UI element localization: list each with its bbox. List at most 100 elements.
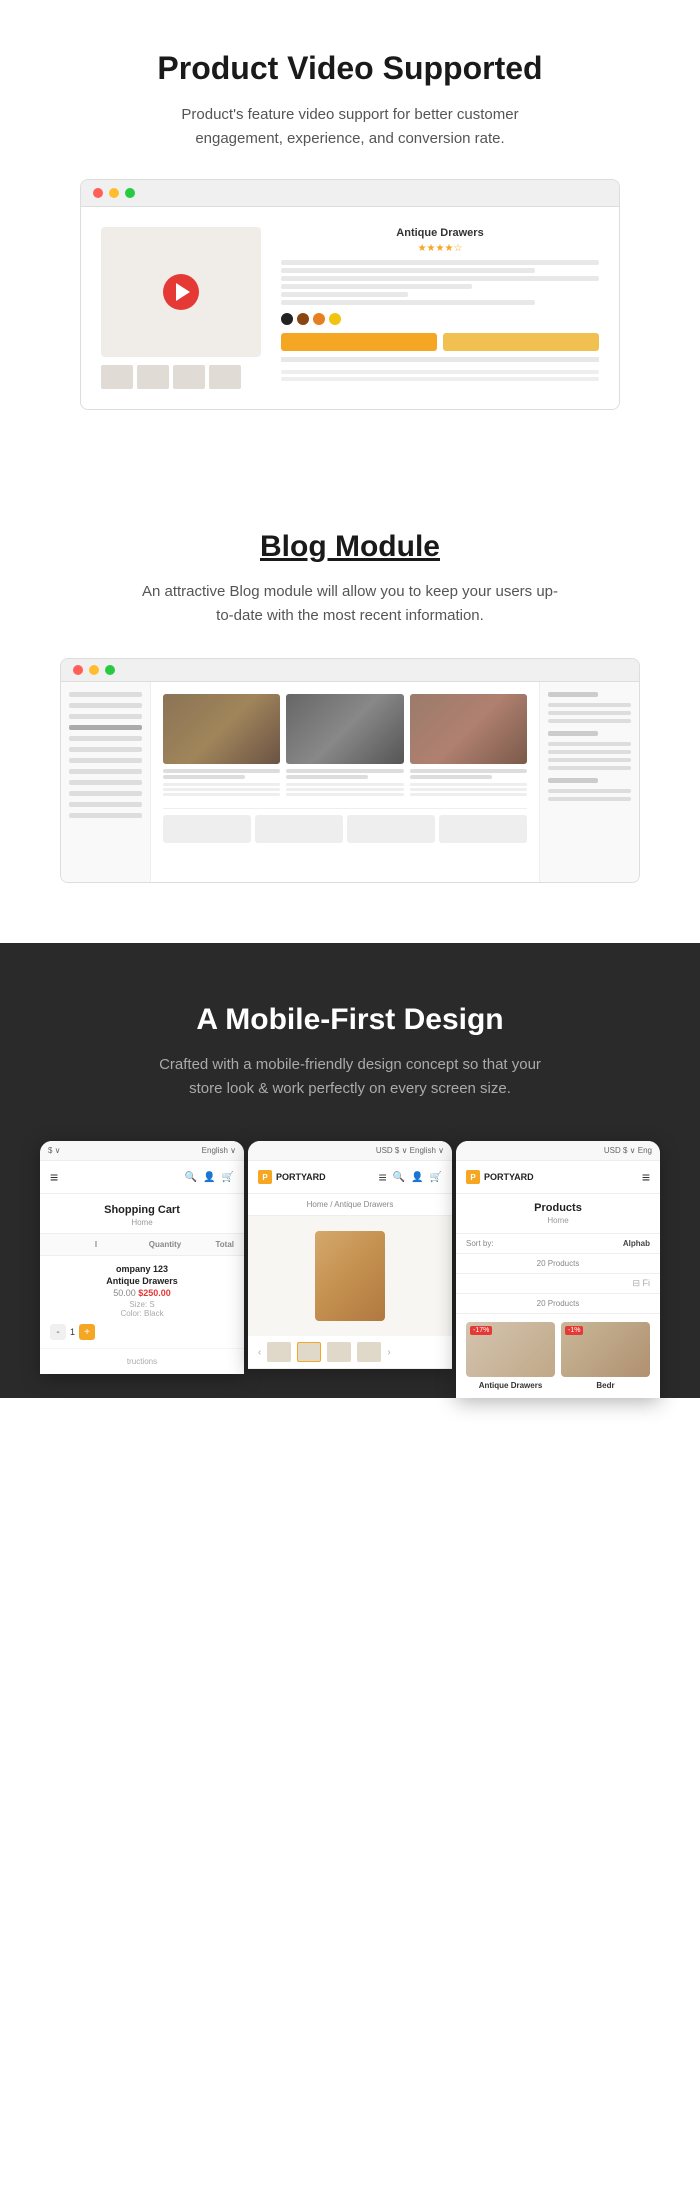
blog-text-line-4 <box>286 783 403 786</box>
blog-caption-1 <box>163 769 280 773</box>
product-topbar: USD $ ∨ English ∨ <box>248 1141 452 1161</box>
panel-line-5 <box>548 750 631 754</box>
portyard-logo: P PORTYARD <box>258 1170 326 1184</box>
blog-post-mini-2 <box>255 815 343 843</box>
product-card-1: -17% Antique Drawers <box>466 1322 555 1390</box>
thumb-small-1[interactable] <box>267 1342 291 1362</box>
qty-minus[interactable]: - <box>50 1324 66 1340</box>
blog-caption-3b <box>410 775 492 779</box>
blog-text-line-5 <box>286 788 403 791</box>
panel-line-9 <box>548 797 631 801</box>
next-thumb-button[interactable]: › <box>387 1347 390 1358</box>
mobile-screens: $ ∨ $ ∨ English ∨ English ∨ ≡ 🔍 👤 🛒 Shop… <box>40 1141 660 1398</box>
sidebar-item-4 <box>69 725 142 730</box>
blog-post-2 <box>286 694 403 798</box>
browser-bar <box>81 180 619 207</box>
dot-green <box>125 188 135 198</box>
product-image-area <box>101 227 261 389</box>
product-breadcrumb: Home / Antique Drawers <box>248 1194 452 1216</box>
sidebar-item-2 <box>69 703 142 708</box>
panel-heading-line <box>548 692 598 697</box>
products-breadcrumb: Home <box>466 1216 650 1225</box>
blog-post-3 <box>410 694 527 798</box>
thumb-small-4[interactable] <box>357 1342 381 1362</box>
product-name-mock: Antique Drawers <box>281 227 599 239</box>
dot-yellow <box>109 188 119 198</box>
badge-1: -17% <box>470 1326 492 1335</box>
logo-icon: P <box>258 1170 272 1184</box>
thumbnail-1[interactable] <box>101 365 133 389</box>
blog-inner <box>61 682 639 882</box>
thumb-small-2[interactable] <box>297 1342 321 1362</box>
blog-post-mini-3 <box>347 815 435 843</box>
thumb-small-3[interactable] <box>327 1342 351 1362</box>
sidebar-item-8 <box>69 769 142 774</box>
section-video-title: Product Video Supported <box>80 50 620 87</box>
play-button[interactable] <box>163 274 199 310</box>
cart-item: ompany 123 Antique Drawers 50.00 $250.00… <box>40 1256 244 1349</box>
cart-icon[interactable]: 🛒 <box>222 1172 234 1183</box>
product-box-img <box>315 1231 385 1321</box>
blog-post-mini-1 <box>163 815 251 843</box>
thumbnail-4[interactable] <box>209 365 241 389</box>
blog-text-line-2 <box>163 788 280 791</box>
cart-item-name: Antique Drawers <box>50 1276 234 1286</box>
blog-browser-bar <box>61 659 639 682</box>
products-count-1: 20 Products <box>456 1254 660 1274</box>
blog-browser-mockup <box>60 658 640 883</box>
cart-item-highlight-price: $250.00 <box>138 1288 171 1298</box>
blog-img-1 <box>163 694 280 764</box>
cart-menu-icon[interactable]: ≡ <box>50 1169 58 1185</box>
filter-icon[interactable]: ⊟ Fi <box>632 1278 650 1289</box>
blog-main <box>151 682 539 882</box>
products-brand-name: PORTYARD <box>484 1172 534 1182</box>
swatch-brown[interactable] <box>297 313 309 325</box>
sort-by-label: Sort by: <box>466 1239 494 1248</box>
product-card-img-1: -17% <box>466 1322 555 1377</box>
small-line-1 <box>281 370 599 374</box>
panel-line-4 <box>548 742 631 746</box>
detail-line-1 <box>281 260 599 265</box>
product-card-img-2: -1% <box>561 1322 650 1377</box>
panel-heading-3 <box>548 778 598 783</box>
thumbnail-3[interactable] <box>173 365 205 389</box>
product-thumbs-bar: ‹ › <box>248 1336 452 1369</box>
blog-panel <box>539 682 639 882</box>
blog-sidebar <box>61 682 151 882</box>
product-cart-icon[interactable]: 🛒 <box>430 1172 442 1183</box>
cart-item-color: Color: Black <box>50 1309 234 1318</box>
blog-post-mini-4 <box>439 815 527 843</box>
swatch-orange[interactable] <box>313 313 325 325</box>
qty-plus[interactable]: + <box>79 1324 95 1340</box>
blog-caption-3 <box>410 769 527 773</box>
product-buttons-row <box>281 333 599 351</box>
account-icon[interactable]: 👤 <box>203 1172 215 1183</box>
blog-caption-2 <box>286 769 403 773</box>
detail-line-3 <box>281 276 599 281</box>
product-details-panel: Antique Drawers ★★★★☆ <box>281 227 599 384</box>
browser-content: Antique Drawers ★★★★☆ <box>81 207 619 409</box>
cart-instructions: tructions <box>40 1349 244 1374</box>
cart-topbar-currency: $ ∨ <box>48 1146 61 1155</box>
swatch-black[interactable] <box>281 313 293 325</box>
product-menu-icon[interactable]: ≡ <box>378 1169 386 1185</box>
prev-thumb-button[interactable]: ‹ <box>258 1347 261 1358</box>
products-nav: P PORTYARD ≡ <box>456 1161 660 1194</box>
sort-bar: Sort by: Alphab <box>456 1234 660 1254</box>
thumbnail-2[interactable] <box>137 365 169 389</box>
blog-text-line-9 <box>410 793 527 796</box>
search-icon[interactable]: 🔍 <box>185 1172 197 1183</box>
sidebar-item-9 <box>69 780 142 785</box>
sort-value: Alphab <box>623 1239 650 1248</box>
cart-item-size: Size: S <box>50 1300 234 1309</box>
products-menu-icon[interactable]: ≡ <box>642 1169 650 1185</box>
blog-caption-1b <box>163 775 245 779</box>
blog-text-line-3 <box>163 793 280 796</box>
product-account-icon[interactable]: 👤 <box>411 1172 423 1183</box>
qty-value: 1 <box>70 1327 75 1337</box>
product-search-icon[interactable]: 🔍 <box>393 1172 405 1183</box>
badge-2: -1% <box>565 1326 583 1335</box>
sidebar-item-7 <box>69 758 142 763</box>
swatch-yellow[interactable] <box>329 313 341 325</box>
sidebar-item-10 <box>69 791 142 796</box>
